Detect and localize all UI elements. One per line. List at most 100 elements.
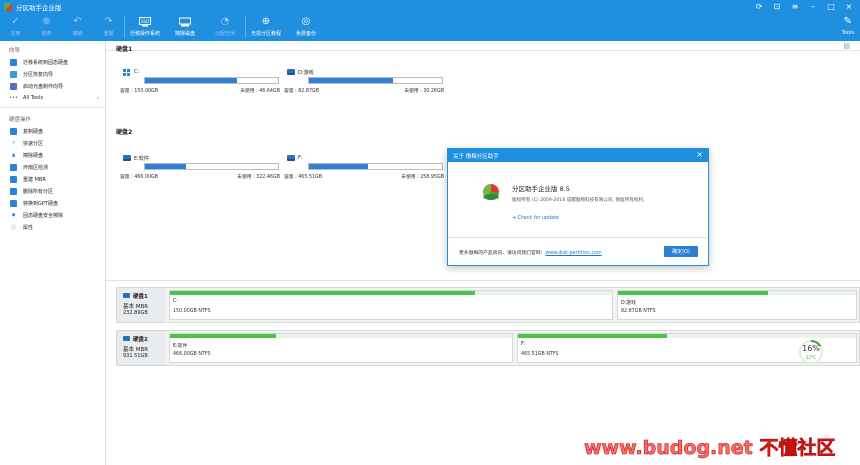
resource-monitor[interactable]: 16% 37°C xyxy=(798,339,824,365)
tools-label: Tools xyxy=(841,30,854,36)
partition-card-e[interactable]: E:软件 容量 : 466.00GB 未使用 : 322.46GB xyxy=(120,153,280,183)
redo-button[interactable]: ↷ 重做 xyxy=(93,14,124,41)
bootable-icon xyxy=(10,82,17,90)
convert-icon xyxy=(10,199,17,207)
usage-bar-fill xyxy=(145,78,237,83)
tools-button[interactable]: ✎ Tools xyxy=(842,16,854,36)
sidebar-item-all-tools[interactable]: ••• All Tools › xyxy=(0,92,105,104)
apply-label: 应用 xyxy=(10,31,21,37)
diskmap-partition-c[interactable]: C: 150.00GB NTFS xyxy=(169,290,613,320)
undo-button[interactable]: ↶ 撤销 xyxy=(62,14,93,41)
apply-button[interactable]: ✓ 应用 xyxy=(0,14,31,41)
discard-button[interactable]: ⊗ 放弃 xyxy=(31,14,62,41)
wizard-section-title: 向导 xyxy=(9,48,21,54)
partition-free: 未使用 : 46.64GB xyxy=(240,89,280,94)
sidebar-item-label: 分区恢复向导 xyxy=(23,71,54,78)
usage-bar-fill xyxy=(309,164,368,169)
migrate-os-icon: SSD xyxy=(138,16,152,28)
diskmap-row-disk1[interactable]: 硬盘1 基本 MBR 232.89GB C: 150.00GB NTFS D:游… xyxy=(116,287,860,323)
panel-splitter[interactable] xyxy=(106,280,860,281)
diskmap-title: 硬盘2 xyxy=(133,337,148,343)
backup-label: 免费备份 xyxy=(295,31,316,37)
menu-icon[interactable]: ≡ xyxy=(790,2,800,12)
dialog-titlebar: 关于 傲梅分区助手 × xyxy=(448,149,708,162)
footer-text: 更多傲梅的产品资讯，请访问我们官网： xyxy=(459,251,546,256)
sidebar-item-bootable-media[interactable]: 启动光盘制作向导 xyxy=(0,80,105,92)
copyright-text: 版权所有 (C) 2009-2018 成都傲梅科技有限公司. 保留所有权利. xyxy=(512,198,645,203)
partition-card-c[interactable]: C: 容量 : 150.00GB 未使用 : 46.64GB xyxy=(120,67,280,97)
website-link[interactable]: www.disk-partition.com xyxy=(545,251,601,256)
diskmap-partition-e[interactable]: E:软件 466.00GB NTFS xyxy=(169,333,513,363)
disk1-heading: 硬盘1 xyxy=(116,46,133,53)
drive-icon xyxy=(123,155,131,161)
cancel-icon: ⊗ xyxy=(42,16,51,27)
diskmap-row-disk2[interactable]: 硬盘2 基本 MBR 931.51GB E:软件 466.00GB NTFS F… xyxy=(116,330,860,366)
sidebar-item-label: 复制硬盘 xyxy=(23,128,44,135)
sidebar-item-quick-partition[interactable]: ⚡ 快速分区 xyxy=(0,137,105,149)
backup-button[interactable]: ◎ 免费备份 xyxy=(286,14,326,41)
partition-capacity: 容量 : 150.00GB xyxy=(120,89,159,94)
sidebar-item-partition-recovery[interactable]: 分区恢复向导 xyxy=(0,68,105,80)
refresh-icon[interactable]: ⟳ xyxy=(754,2,764,12)
diskmap-size: 931.51GB xyxy=(123,353,148,359)
copy-disk-icon xyxy=(10,127,17,135)
usage-bar-fill xyxy=(170,291,475,295)
partition-fs: 465.51GB NTFS xyxy=(521,352,559,357)
migrate-os-button[interactable]: SSD 迁移操作系统 xyxy=(125,14,165,41)
ok-button[interactable]: 确定(O) xyxy=(664,246,698,257)
partition-label: D:游戏 xyxy=(621,301,636,306)
migrate-os-label: 迁移操作系统 xyxy=(129,31,160,37)
check-icon: ✓ xyxy=(11,16,20,27)
sidebar-item-properties[interactable]: ⓘ 属性 xyxy=(0,221,105,233)
cpu-percent: 16% xyxy=(802,344,820,353)
sidebar-item-rebuild-mbr[interactable]: 重建 MBR xyxy=(0,173,105,185)
disk-icon xyxy=(123,336,130,341)
sidebar-divider xyxy=(0,107,105,108)
redo-label: 重做 xyxy=(103,31,114,37)
delete-partitions-icon xyxy=(10,187,17,195)
sidebar-item-bad-sector[interactable]: 坏扇区检测 xyxy=(0,161,105,173)
undo-icon: ↶ xyxy=(73,16,82,27)
sidebar-item-convert-gpt[interactable]: 转换到GPT硬盘 xyxy=(0,197,105,209)
diskmap-partition-d[interactable]: D:游戏 82.87GB NTFS xyxy=(617,290,857,320)
sidebar-item-wipe-disk[interactable]: ▲ 擦除硬盘 xyxy=(0,149,105,161)
sidebar-item-ssd-erase[interactable]: ◆ 固态硬盘安全擦除 xyxy=(0,209,105,221)
partition-label: F: xyxy=(521,342,526,347)
sidebar-item-label: 快速分区 xyxy=(23,140,44,147)
view-toggle-icon[interactable]: ▤ xyxy=(843,42,850,50)
view-toolbar: ▤ xyxy=(106,41,860,51)
tutorial-button[interactable]: ⊕ 无损分区教程 xyxy=(246,14,286,41)
sidebar-item-delete-all[interactable]: 删除所有分区 xyxy=(0,185,105,197)
info-icon: ⓘ xyxy=(10,224,16,231)
close-icon[interactable]: × xyxy=(696,150,703,159)
sidebar-item-label: All Tools xyxy=(23,95,44,101)
wipe-disk-label: 擦除磁盘 xyxy=(174,31,195,37)
sidebar-item-label: 重建 MBR xyxy=(23,176,46,183)
diskmap-size: 232.89GB xyxy=(123,310,148,316)
sidebar-item-copy-disk[interactable]: 复制硬盘 xyxy=(0,125,105,137)
sidebar-item-label: 擦除硬盘 xyxy=(23,152,44,159)
title-bar: 分区助手企业版 ⟳ ⊡ ≡ – □ × xyxy=(0,0,860,14)
disk2-heading: 硬盘2 xyxy=(116,129,133,136)
share-icon[interactable]: ⊡ xyxy=(772,2,782,12)
usage-bar xyxy=(144,163,279,170)
partition-card-f[interactable]: F: 容量 : 465.51GB 未使用 : 258.95GB xyxy=(284,153,444,183)
maximize-icon[interactable]: □ xyxy=(826,2,836,12)
product-logo-icon xyxy=(482,183,500,201)
diskmap-type: 基本 MBR xyxy=(123,304,149,310)
usage-bar-fill xyxy=(518,334,667,338)
usage-bar xyxy=(308,163,443,170)
sidebar-item-label: 启动光盘制作向导 xyxy=(23,83,64,90)
check-update-link[interactable]: ➜ Check for update xyxy=(512,216,559,221)
partition-card-d[interactable]: D:游戏 容量 : 82.87GB 未使用 : 30.26GB xyxy=(284,67,444,97)
minimize-icon[interactable]: – xyxy=(808,2,818,12)
ssd-erase-icon: ◆ xyxy=(11,212,16,218)
mbr-icon xyxy=(10,175,17,183)
sidebar-item-migrate-ssd[interactable]: 迁移系统到固态硬盘 xyxy=(0,56,105,68)
allocate-button[interactable]: ◔ 分配空闲 xyxy=(205,14,245,41)
wipe-disk-button[interactable]: 擦除磁盘 xyxy=(165,14,205,41)
diskmap-info: 硬盘2 基本 MBR 931.51GB xyxy=(117,331,165,365)
close-icon[interactable]: × xyxy=(844,2,854,12)
cpu-temp: 37°C xyxy=(806,355,816,360)
redo-icon: ↷ xyxy=(104,16,113,27)
